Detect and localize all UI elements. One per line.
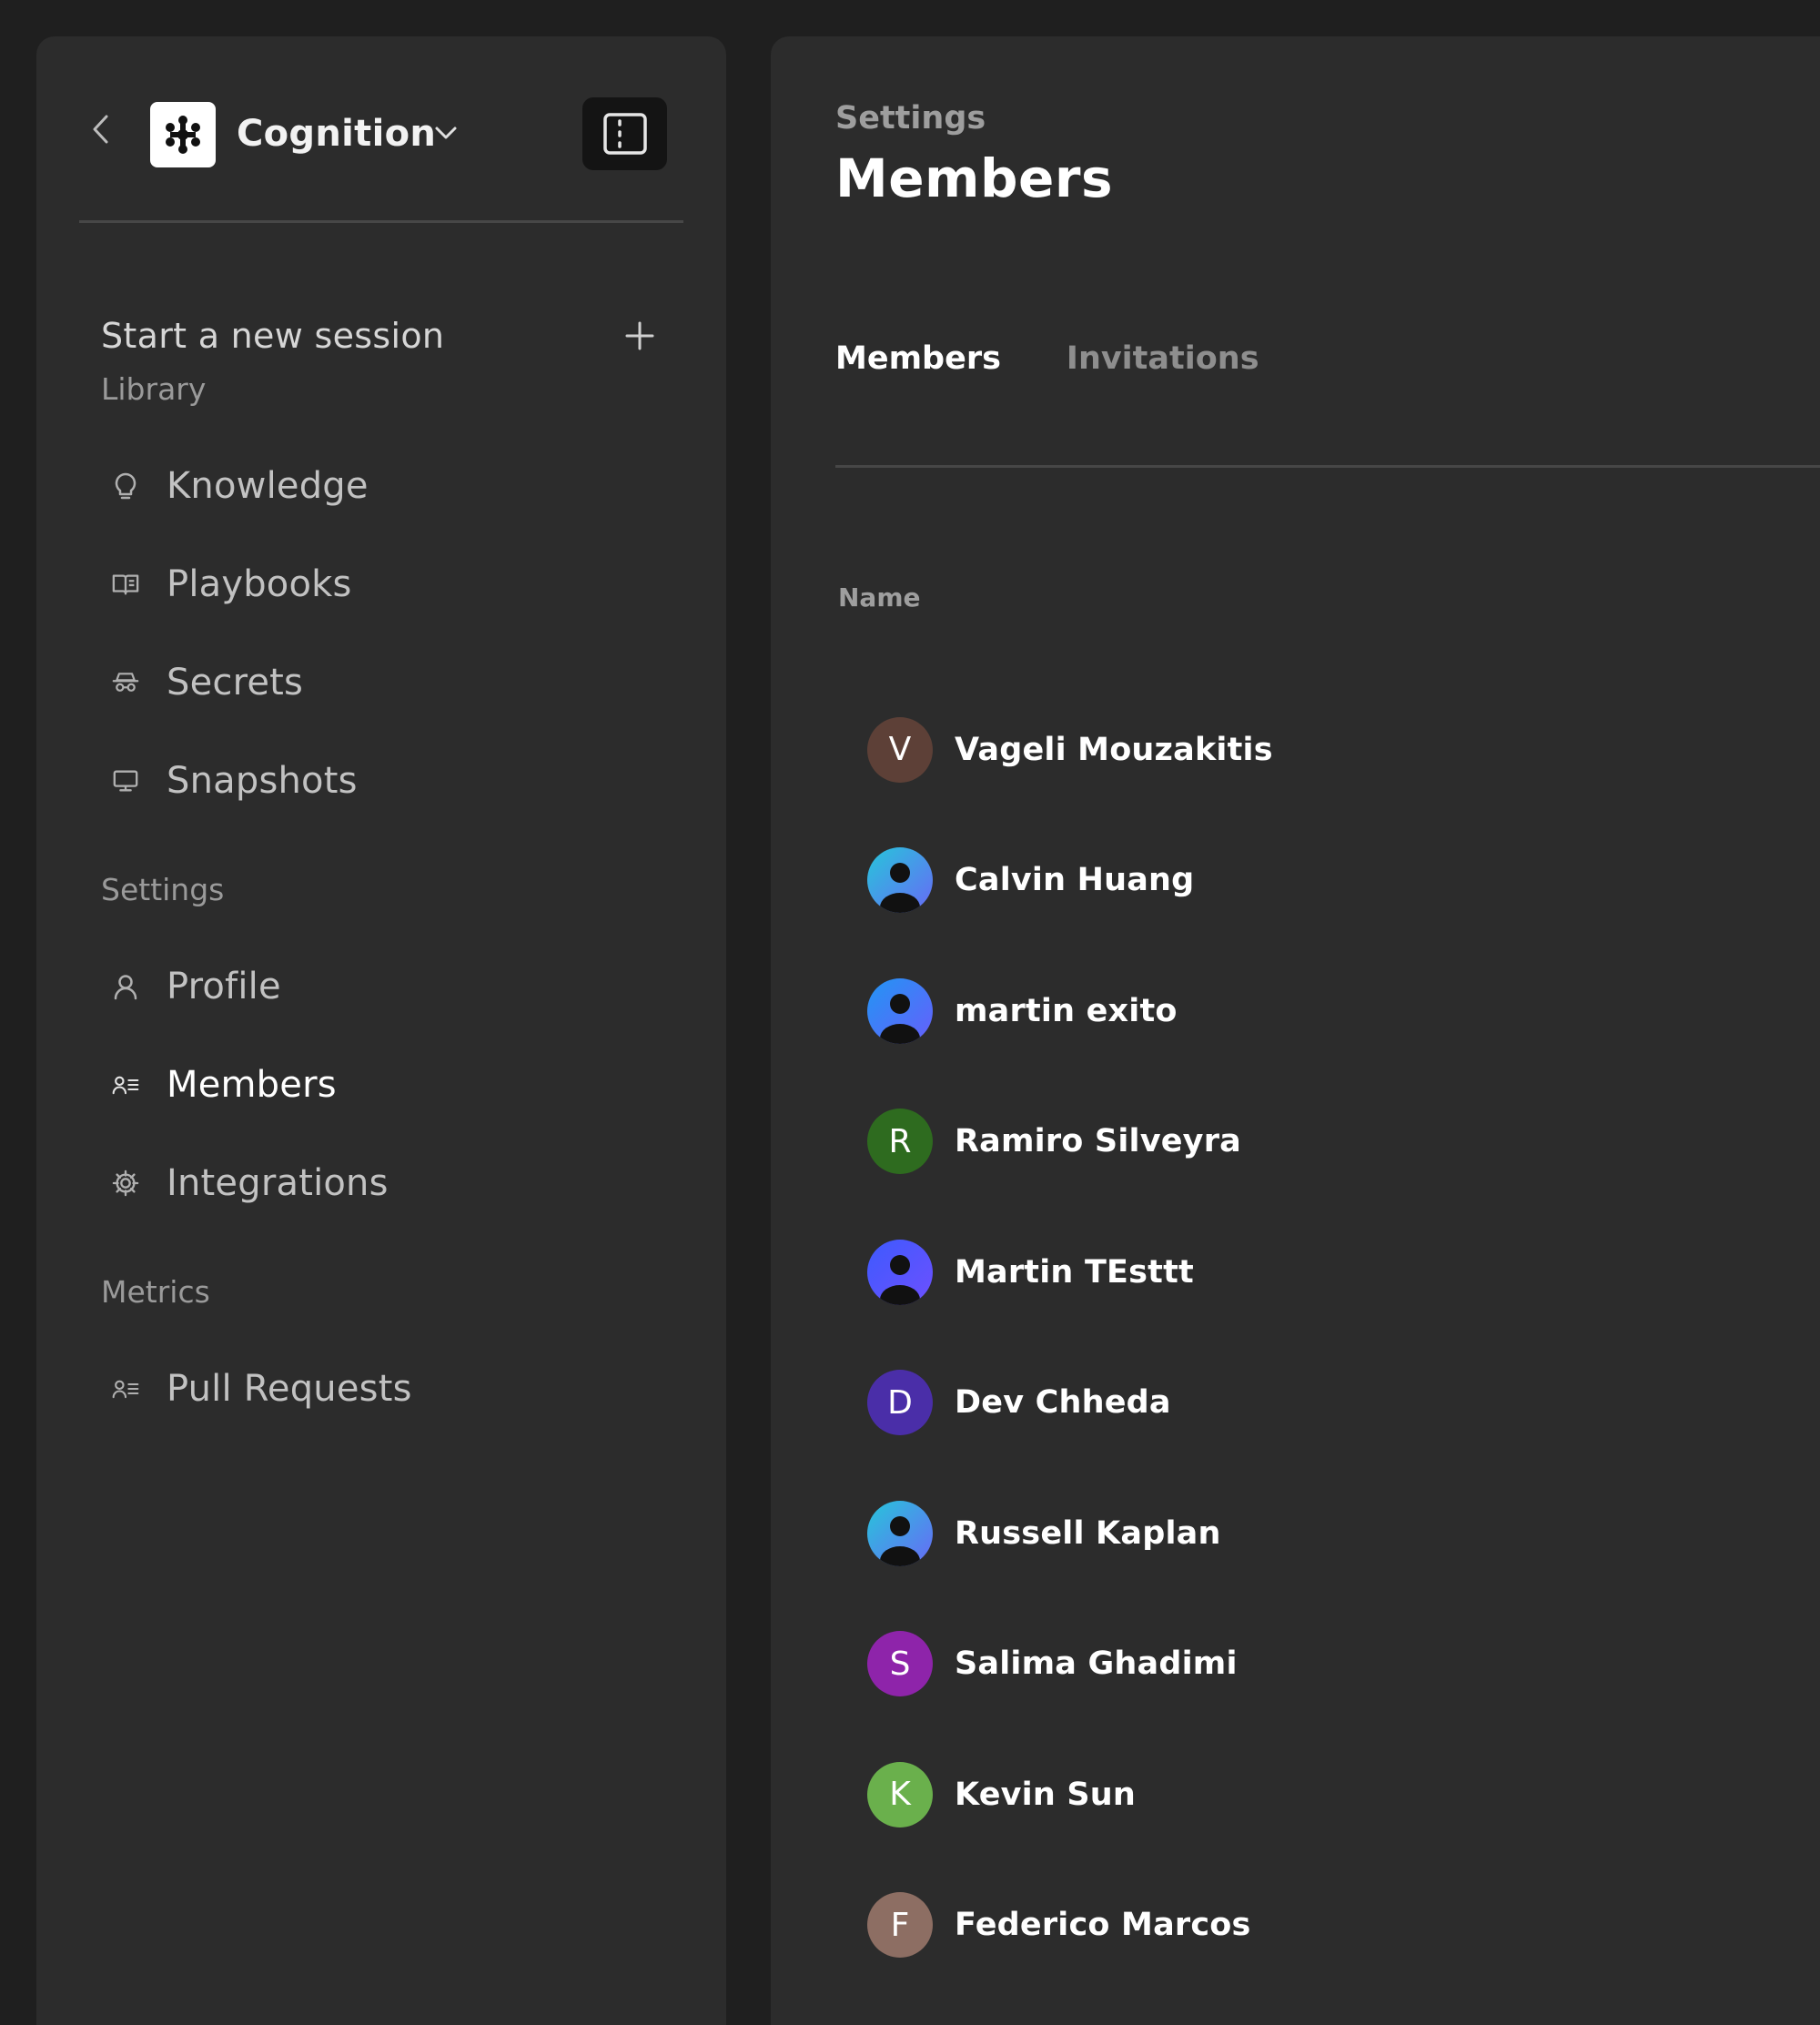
incognito-icon: [112, 669, 139, 696]
sidebar-item-label: Knowledge: [167, 465, 369, 507]
member-row[interactable]: S Salima Ghadimi: [867, 1599, 1273, 1730]
section-title-settings: Settings: [101, 872, 225, 907]
sidebar-item-playbooks[interactable]: Playbooks: [101, 550, 665, 619]
chevron-left-icon: [93, 115, 108, 144]
member-row[interactable]: D Dev Chheda: [867, 1338, 1273, 1469]
member-name: Kevin Sun: [955, 1776, 1136, 1813]
sidebar-item-members[interactable]: Members: [101, 1050, 665, 1119]
member-row[interactable]: Martin TEsttt: [867, 1207, 1273, 1338]
sidebar-item-label: Members: [167, 1064, 337, 1106]
avatar: K: [867, 1761, 933, 1828]
member-name: Calvin Huang: [955, 862, 1195, 899]
page-title: Members: [835, 147, 1113, 209]
member-name: Salima Ghadimi: [955, 1645, 1238, 1683]
avatar: [867, 847, 933, 914]
member-name: Dev Chheda: [955, 1384, 1171, 1422]
sidebar-item-pull-requests[interactable]: Pull Requests: [101, 1354, 665, 1423]
avatar: F: [867, 1892, 933, 1959]
member-name: martin exito: [955, 992, 1178, 1029]
user-silhouette-icon: [880, 1254, 920, 1305]
sidebar-item-label: Snapshots: [167, 760, 358, 802]
member-row[interactable]: V Vageli Mouzakitis: [867, 684, 1273, 815]
sidebar-item-label: Pull Requests: [167, 1368, 412, 1410]
sidebar-item-label: Playbooks: [167, 563, 352, 605]
tab-members[interactable]: Members: [835, 340, 1001, 377]
sidebar-item-label: Integrations: [167, 1162, 389, 1204]
member-name: Vageli Mouzakitis: [955, 731, 1273, 768]
member-name: Martin TEsttt: [955, 1253, 1194, 1291]
member-name: Ramiro Silveyra: [955, 1123, 1241, 1160]
section-title-library: Library: [101, 371, 207, 407]
avatar: [867, 1500, 933, 1566]
user-silhouette-icon: [880, 863, 920, 914]
user-silhouette-icon: [880, 993, 920, 1044]
new-session-label: Start a new session: [101, 316, 445, 356]
avatar-initial: V: [888, 731, 912, 769]
member-row[interactable]: R Ramiro Silveyra: [867, 1077, 1273, 1208]
member-row[interactable]: Calvin Huang: [867, 815, 1273, 947]
avatar: [867, 1239, 933, 1305]
plus-icon[interactable]: [622, 318, 658, 354]
sidebar-panel-icon: [602, 113, 647, 155]
sidebar-item-profile[interactable]: Profile: [101, 952, 665, 1021]
avatar-initial: K: [889, 1776, 911, 1814]
avatar: V: [867, 716, 933, 783]
section-title-metrics: Metrics: [101, 1274, 210, 1310]
chevron-down-icon[interactable]: [428, 115, 464, 151]
tab-bar: Members Invitations: [835, 340, 1259, 377]
new-session-button[interactable]: Start a new session: [101, 304, 658, 368]
member-list: V Vageli Mouzakitis Calvin Huang martin exi…: [867, 684, 1273, 1990]
divider: [835, 465, 1820, 468]
org-logo[interactable]: [150, 102, 216, 167]
avatar: S: [867, 1631, 933, 1697]
avatar: [867, 977, 933, 1044]
sidebar-item-label: Secrets: [167, 662, 304, 704]
main-content: Settings Members Members Invitations Nam…: [771, 36, 1820, 2025]
member-name: Russell Kaplan: [955, 1514, 1221, 1552]
back-button[interactable]: [82, 111, 118, 147]
lightbulb-icon: [112, 472, 139, 500]
member-row[interactable]: K Kevin Sun: [867, 1729, 1273, 1860]
avatar-initial: D: [887, 1383, 913, 1422]
book-icon: [112, 571, 139, 598]
members-icon: [112, 1071, 139, 1099]
avatar: D: [867, 1370, 933, 1436]
cognition-logo-icon: [166, 116, 200, 154]
sidebar-item-secrets[interactable]: Secrets: [101, 648, 665, 717]
column-header-name[interactable]: Name: [838, 582, 921, 613]
org-name[interactable]: Cognition: [237, 108, 436, 159]
member-name: Federico Marcos: [955, 1907, 1251, 1944]
toggle-sidebar-button[interactable]: [582, 97, 667, 170]
sidebar: Cognition Start a new session Library Kn…: [36, 36, 726, 2025]
member-row[interactable]: Russell Kaplan: [867, 1468, 1273, 1599]
user-icon: [112, 973, 139, 1000]
sidebar-item-integrations[interactable]: Integrations: [101, 1149, 665, 1218]
avatar: R: [867, 1109, 933, 1175]
breadcrumb[interactable]: Settings: [835, 100, 986, 137]
avatar-initial: S: [889, 1645, 911, 1683]
avatar-initial: R: [888, 1122, 912, 1160]
sidebar-item-snapshots[interactable]: Snapshots: [101, 746, 665, 815]
gear-icon: [112, 1169, 139, 1197]
user-silhouette-icon: [880, 1515, 920, 1566]
sidebar-item-knowledge[interactable]: Knowledge: [101, 451, 665, 521]
member-row[interactable]: martin exito: [867, 946, 1273, 1077]
avatar-initial: F: [890, 1906, 910, 1944]
members-icon: [112, 1375, 139, 1402]
sidebar-item-label: Profile: [167, 966, 281, 1007]
divider: [79, 220, 683, 223]
monitor-icon: [112, 767, 139, 795]
tab-invitations[interactable]: Invitations: [1067, 340, 1259, 377]
member-row[interactable]: F Federico Marcos: [867, 1860, 1273, 1991]
